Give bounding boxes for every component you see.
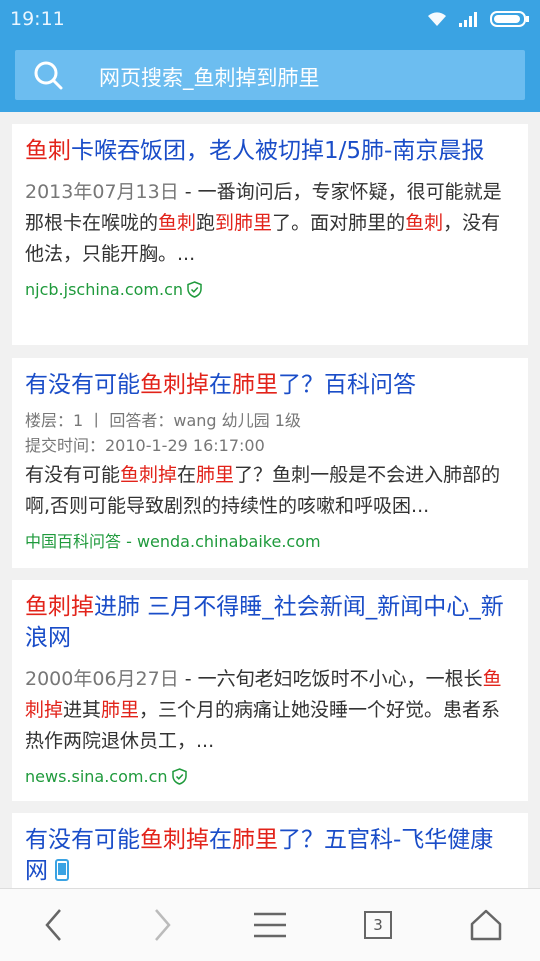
back-button[interactable] <box>0 889 108 961</box>
title-text: 有没有可能 <box>25 372 140 398</box>
result-title[interactable]: 有没有可能鱼刺掉在肺里了？五官科-飞华健康网 <box>25 825 515 887</box>
snippet-text: 在 <box>177 464 197 486</box>
back-icon <box>45 909 61 941</box>
title-text: 有没有可能 <box>25 827 140 853</box>
snippet-highlight: 鱼刺 <box>405 212 444 234</box>
result-card[interactable]: 鱼刺掉进肺 三月不得睡_社会新闻_新闻中心_新浪网 2000年06月27日 - … <box>12 580 528 801</box>
result-source[interactable]: njcb.jschina.com.cn <box>25 280 515 299</box>
tabs-button[interactable]: 3 <box>324 889 432 961</box>
title-highlight: 肺里 <box>232 827 278 853</box>
verified-shield-icon <box>187 281 202 298</box>
snippet-highlight: 肺里 <box>196 464 235 486</box>
title-highlight: 鱼刺掉 <box>140 372 209 398</box>
title-highlight: 鱼刺 <box>25 138 71 164</box>
snippet-highlight: 鱼刺 <box>158 212 197 234</box>
result-date: 2013年07月13日 <box>25 181 179 203</box>
search-icon <box>34 61 63 90</box>
home-button[interactable] <box>432 889 540 961</box>
home-icon <box>470 909 502 941</box>
snippet-highlight: 到肺里 <box>215 212 273 234</box>
result-snippet: 2013年07月13日 - 一番询问后，专家怀疑，很可能就是那根卡在喉咙的鱼刺跑… <box>25 177 515 270</box>
snippet-text: 进其 <box>63 699 102 721</box>
result-snippet: 有没有可能鱼刺掉在肺里了？鱼刺一般是不会进入肺部的啊,否则可能导致剧烈的持续性的… <box>25 460 515 522</box>
title-text: 在 <box>209 827 232 853</box>
title-text: 在 <box>209 372 232 398</box>
source-url: 中国百科问答 - wenda.chinabaike.com <box>25 532 321 551</box>
snippet-text: 跑 <box>196 212 216 234</box>
forward-icon <box>155 909 171 941</box>
result-meta: 楼层：1 丨 回答者：wang 幼儿园 1级 提交时间：2010-1-29 16… <box>25 408 515 458</box>
search-input[interactable]: 网页搜索_鱼刺掉到肺里 <box>15 50 525 100</box>
snippet-highlight: 鱼刺掉 <box>120 464 178 486</box>
bottom-nav: 3 <box>0 888 540 961</box>
result-title[interactable]: 鱼刺掉进肺 三月不得睡_社会新闻_新闻中心_新浪网 <box>25 592 515 654</box>
answer-meta: 楼层：1 丨 回答者：wang 幼儿园 1级 <box>25 411 301 430</box>
menu-button[interactable] <box>216 889 324 961</box>
result-source[interactable]: 中国百科问答 - wenda.chinabaike.com <box>25 528 515 552</box>
battery-icon <box>490 11 529 27</box>
title-highlight: 肺里 <box>232 372 278 398</box>
search-query: 网页搜索_鱼刺掉到肺里 <box>99 66 320 90</box>
result-card[interactable]: 有没有可能鱼刺掉在肺里了？百科问答 楼层：1 丨 回答者：wang 幼儿园 1级… <box>12 358 528 568</box>
result-date: 2000年06月27日 <box>25 668 179 690</box>
title-highlight: 鱼刺掉 <box>140 827 209 853</box>
status-bar: 19:11 <box>0 0 540 38</box>
result-title[interactable]: 鱼刺卡喉吞饭团，老人被切掉1/5肺-南京晨报 <box>25 136 515 167</box>
title-text: 了？百科问答 <box>278 372 416 398</box>
snippet-text: - 一六旬老妇吃饭时不小心，一根长 <box>178 668 483 690</box>
title-text: 卡喉吞饭团，老人被切掉1/5肺-南京晨报 <box>71 138 485 164</box>
snippet-text: 了。面对肺里的 <box>272 212 406 234</box>
result-snippet: 2000年06月27日 - 一六旬老妇吃饭时不小心，一根长鱼刺掉进其肺里，三个月… <box>25 664 515 757</box>
result-title[interactable]: 有没有可能鱼刺掉在肺里了？百科问答 <box>25 370 515 401</box>
source-url: news.sina.com.cn <box>25 767 168 786</box>
result-card[interactable]: 鱼刺卡喉吞饭团，老人被切掉1/5肺-南京晨报 2013年07月13日 - 一番询… <box>12 124 528 345</box>
source-url: njcb.jschina.com.cn <box>25 280 184 299</box>
tab-count-box: 3 <box>364 911 392 939</box>
status-icons <box>426 10 530 28</box>
result-source[interactable]: news.sina.com.cn <box>25 767 515 786</box>
forward-button[interactable] <box>108 889 216 961</box>
title-text: 进肺 三月不得睡_社会新闻_新闻中心_新浪网 <box>25 594 504 651</box>
wifi-icon <box>428 12 446 26</box>
menu-icon <box>254 912 286 938</box>
snippet-highlight: 肺里 <box>101 699 140 721</box>
signal-icon <box>459 12 477 27</box>
tab-count: 3 <box>373 916 383 934</box>
mobile-icon <box>55 859 70 881</box>
submit-time: 提交时间：2010-1-29 16:17:00 <box>25 436 265 455</box>
title-highlight: 鱼刺掉 <box>25 594 94 620</box>
snippet-text: 有没有可能 <box>25 464 121 486</box>
app-header: 19:11 网页搜索_鱼刺掉到肺里 <box>0 0 540 112</box>
verified-shield-icon <box>171 768 187 785</box>
status-time: 19:11 <box>10 8 65 30</box>
